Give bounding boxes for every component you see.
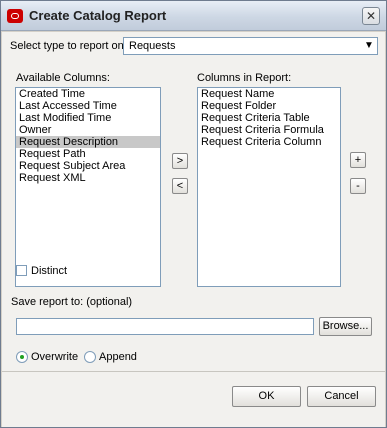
- list-item[interactable]: Request Path: [16, 148, 160, 160]
- list-item[interactable]: Last Accessed Time: [16, 100, 160, 112]
- overwrite-label: Overwrite: [31, 351, 79, 363]
- list-item[interactable]: Request Subject Area: [16, 160, 160, 172]
- columns-in-report-label: Columns in Report:: [197, 72, 292, 84]
- move-up-button[interactable]: +: [350, 152, 366, 168]
- distinct-label: Distinct: [31, 265, 68, 277]
- remove-column-button[interactable]: <: [172, 178, 188, 194]
- available-columns-list[interactable]: Created Time Last Accessed Time Last Modif…: [15, 87, 161, 287]
- close-button[interactable]: ✕: [362, 7, 380, 25]
- append-radio[interactable]: [84, 351, 96, 363]
- add-column-button[interactable]: >: [172, 153, 188, 169]
- append-label: Append: [99, 351, 137, 363]
- save-path-input[interactable]: [16, 318, 314, 335]
- type-label: Select type to report on:: [10, 40, 127, 52]
- report-type-select[interactable]: Requests ▼: [123, 37, 378, 55]
- dialog-footer: OK Cancel: [2, 371, 385, 427]
- overwrite-radio[interactable]: [16, 351, 28, 363]
- list-item[interactable]: Request XML: [16, 172, 160, 184]
- save-report-label: Save report to: (optional): [11, 296, 133, 308]
- list-item[interactable]: Request Description: [16, 136, 160, 148]
- dialog-title: Create Catalog Report: [29, 8, 167, 23]
- list-item[interactable]: Request Name: [198, 88, 340, 100]
- list-item[interactable]: Created Time: [16, 88, 160, 100]
- list-item[interactable]: Request Folder: [198, 100, 340, 112]
- ok-button[interactable]: OK: [232, 386, 301, 407]
- create-catalog-report-dialog: Create Catalog Report ✕ Select type to r…: [0, 0, 387, 428]
- cancel-button[interactable]: Cancel: [307, 386, 376, 407]
- title-bar[interactable]: Create Catalog Report ✕: [1, 1, 386, 31]
- list-item[interactable]: Request Criteria Formula: [198, 124, 340, 136]
- oracle-logo-icon: [7, 9, 23, 23]
- move-down-button[interactable]: -: [350, 178, 366, 194]
- available-columns-label: Available Columns:: [16, 72, 110, 84]
- dialog-content: Select type to report on: Requests ▼ Ava…: [2, 32, 385, 371]
- chevron-down-icon[interactable]: ▼: [362, 39, 376, 53]
- list-item[interactable]: Request Criteria Table: [198, 112, 340, 124]
- list-item[interactable]: Request Criteria Column: [198, 136, 340, 148]
- list-item[interactable]: Owner: [16, 124, 160, 136]
- distinct-checkbox[interactable]: [16, 265, 27, 276]
- columns-in-report-list[interactable]: Request Name Request Folder Request Criter…: [197, 87, 341, 287]
- list-item[interactable]: Last Modified Time: [16, 112, 160, 124]
- report-type-value: Requests: [129, 40, 176, 52]
- browse-button[interactable]: Browse...: [319, 317, 372, 336]
